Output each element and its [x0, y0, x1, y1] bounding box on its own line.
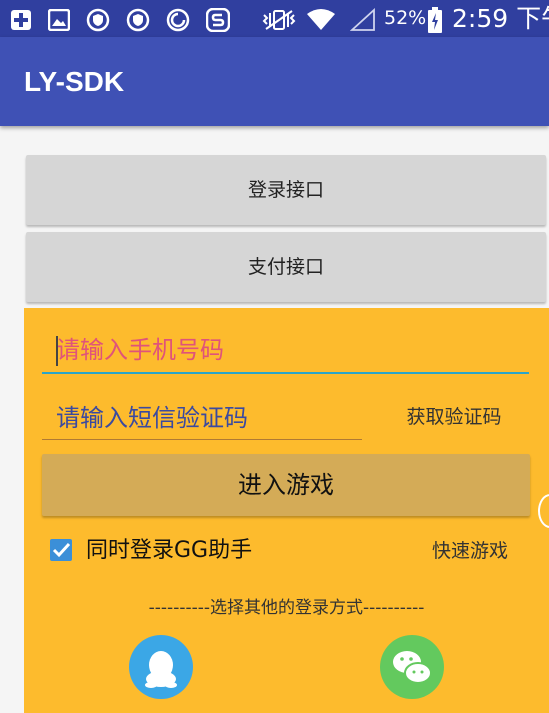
sync-icon — [166, 0, 190, 37]
vibrate-icon — [262, 0, 296, 37]
status-bar: 52% 2:59 下午 — [0, 0, 549, 37]
s-app-icon — [205, 0, 231, 37]
app-title: LY-SDK — [24, 66, 125, 97]
clock: 2:59 下午 — [452, 4, 549, 33]
pay-api-button[interactable]: 支付接口 — [26, 232, 546, 302]
shield-icon — [126, 0, 150, 37]
shield-icon — [86, 0, 110, 37]
qq-login-button[interactable] — [129, 635, 193, 699]
other-login-divider: ----------选择其他的登录方式---------- — [148, 598, 425, 618]
wechat-login-button[interactable] — [380, 635, 444, 699]
sms-code-input[interactable] — [42, 396, 362, 440]
login-api-button[interactable]: 登录接口 — [26, 155, 546, 225]
phone-input[interactable] — [42, 328, 529, 374]
battery-percent: 52% — [384, 7, 427, 29]
gg-assistant-checkbox[interactable] — [50, 539, 72, 561]
text-cursor — [56, 336, 58, 366]
qq-icon — [145, 651, 177, 688]
wechat-icon — [393, 651, 432, 684]
plus-icon — [10, 0, 32, 37]
enter-game-button[interactable]: 进入游戏 — [42, 454, 530, 516]
login-panel: 获取验证码 进入游戏 同时登录GG助手 快速游戏 ----------选择其他的… — [24, 308, 549, 713]
battery-charging-icon — [428, 0, 442, 37]
wifi-icon — [306, 0, 336, 37]
get-code-button[interactable]: 获取验证码 — [384, 400, 524, 434]
signal-icon — [349, 0, 376, 37]
quick-game-button[interactable]: 快速游戏 — [432, 534, 508, 568]
app-bar: LY-SDK — [0, 37, 549, 126]
checkmark-icon — [52, 542, 71, 558]
image-icon — [47, 0, 71, 37]
gg-assistant-label: 同时登录GG助手 — [86, 538, 253, 563]
